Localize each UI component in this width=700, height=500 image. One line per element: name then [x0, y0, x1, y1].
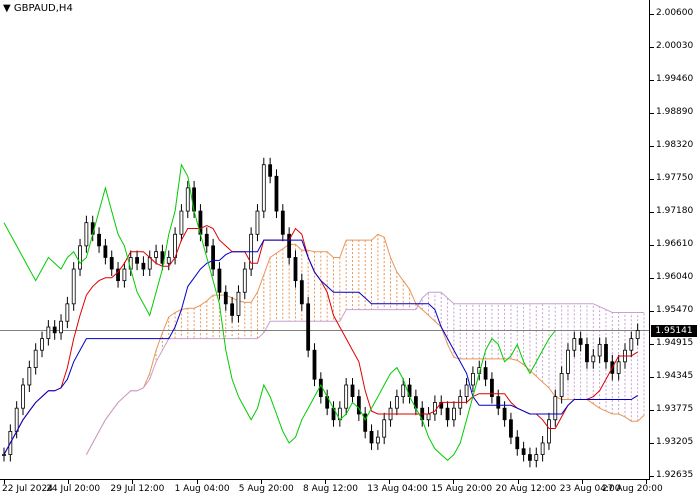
y-tick-label: 1.93775: [656, 403, 694, 414]
y-tick-mark: [650, 80, 654, 82]
y-tick-mark: [650, 245, 654, 247]
y-tick-label: 1.99460: [656, 74, 694, 85]
x-tick-label: 20 Aug 12:00: [495, 484, 557, 494]
current-price-badge: 1.95141: [651, 325, 697, 337]
x-tick-label: 15 Aug 20:00: [431, 484, 493, 494]
y-tick-mark: [650, 442, 654, 444]
y-tick-label: 1.97750: [656, 173, 694, 184]
symbol-label: ▼ GBPAUD,H4: [3, 3, 73, 14]
y-tick-mark: [650, 179, 654, 181]
x-tick-label: 27 Aug 20:00: [602, 484, 663, 494]
y-tick-label: 1.92635: [656, 469, 694, 480]
y-tick-mark: [650, 475, 654, 477]
y-tick-label: 1.93205: [656, 436, 694, 447]
y-tick-mark: [650, 14, 654, 15]
y-tick-mark: [650, 113, 654, 115]
y-tick-label: 1.96040: [656, 272, 694, 283]
y-tick-mark: [650, 146, 654, 148]
y-tick-mark: [650, 343, 654, 345]
y-tick-label: 1.97180: [656, 206, 694, 217]
y-tick-mark: [650, 376, 654, 378]
x-tick-label: 8 Aug 12:00: [303, 484, 358, 494]
x-tick-label: 1 Aug 04:00: [174, 484, 230, 494]
y-tick-label: 1.94915: [656, 337, 694, 348]
x-tick-label: 29 Jul 12:00: [110, 484, 165, 494]
y-tick-mark: [650, 212, 654, 214]
y-tick-mark: [650, 47, 654, 49]
y-tick-mark: [650, 278, 654, 280]
y-tick-mark: [650, 409, 654, 411]
plot-frame: [0, 0, 650, 480]
y-tick-label: 1.94345: [656, 370, 694, 381]
x-tick-label: 13 Aug 04:00: [367, 484, 428, 494]
y-tick-label: 2.00600: [656, 8, 694, 18]
x-tick-label: 24 Jul 20:00: [46, 484, 101, 494]
y-tick-label: 1.98320: [656, 140, 694, 151]
y-tick-label: 1.96610: [656, 239, 694, 250]
y-tick-label: 2.00030: [656, 41, 694, 52]
symbol-text: GBPAUD,H4: [13, 3, 73, 14]
dropdown-triangle-icon: ▼: [3, 3, 11, 14]
chart-window[interactable]: ▼ GBPAUD,H4 2.00600 2.00030 1.99460 1.98890…: [0, 0, 700, 500]
y-tick-label: 1.95470: [656, 305, 694, 316]
y-tick-label: 1.98890: [656, 107, 694, 118]
y-tick-mark: [650, 311, 654, 313]
x-tick-label: 5 Aug 20:00: [238, 484, 294, 494]
